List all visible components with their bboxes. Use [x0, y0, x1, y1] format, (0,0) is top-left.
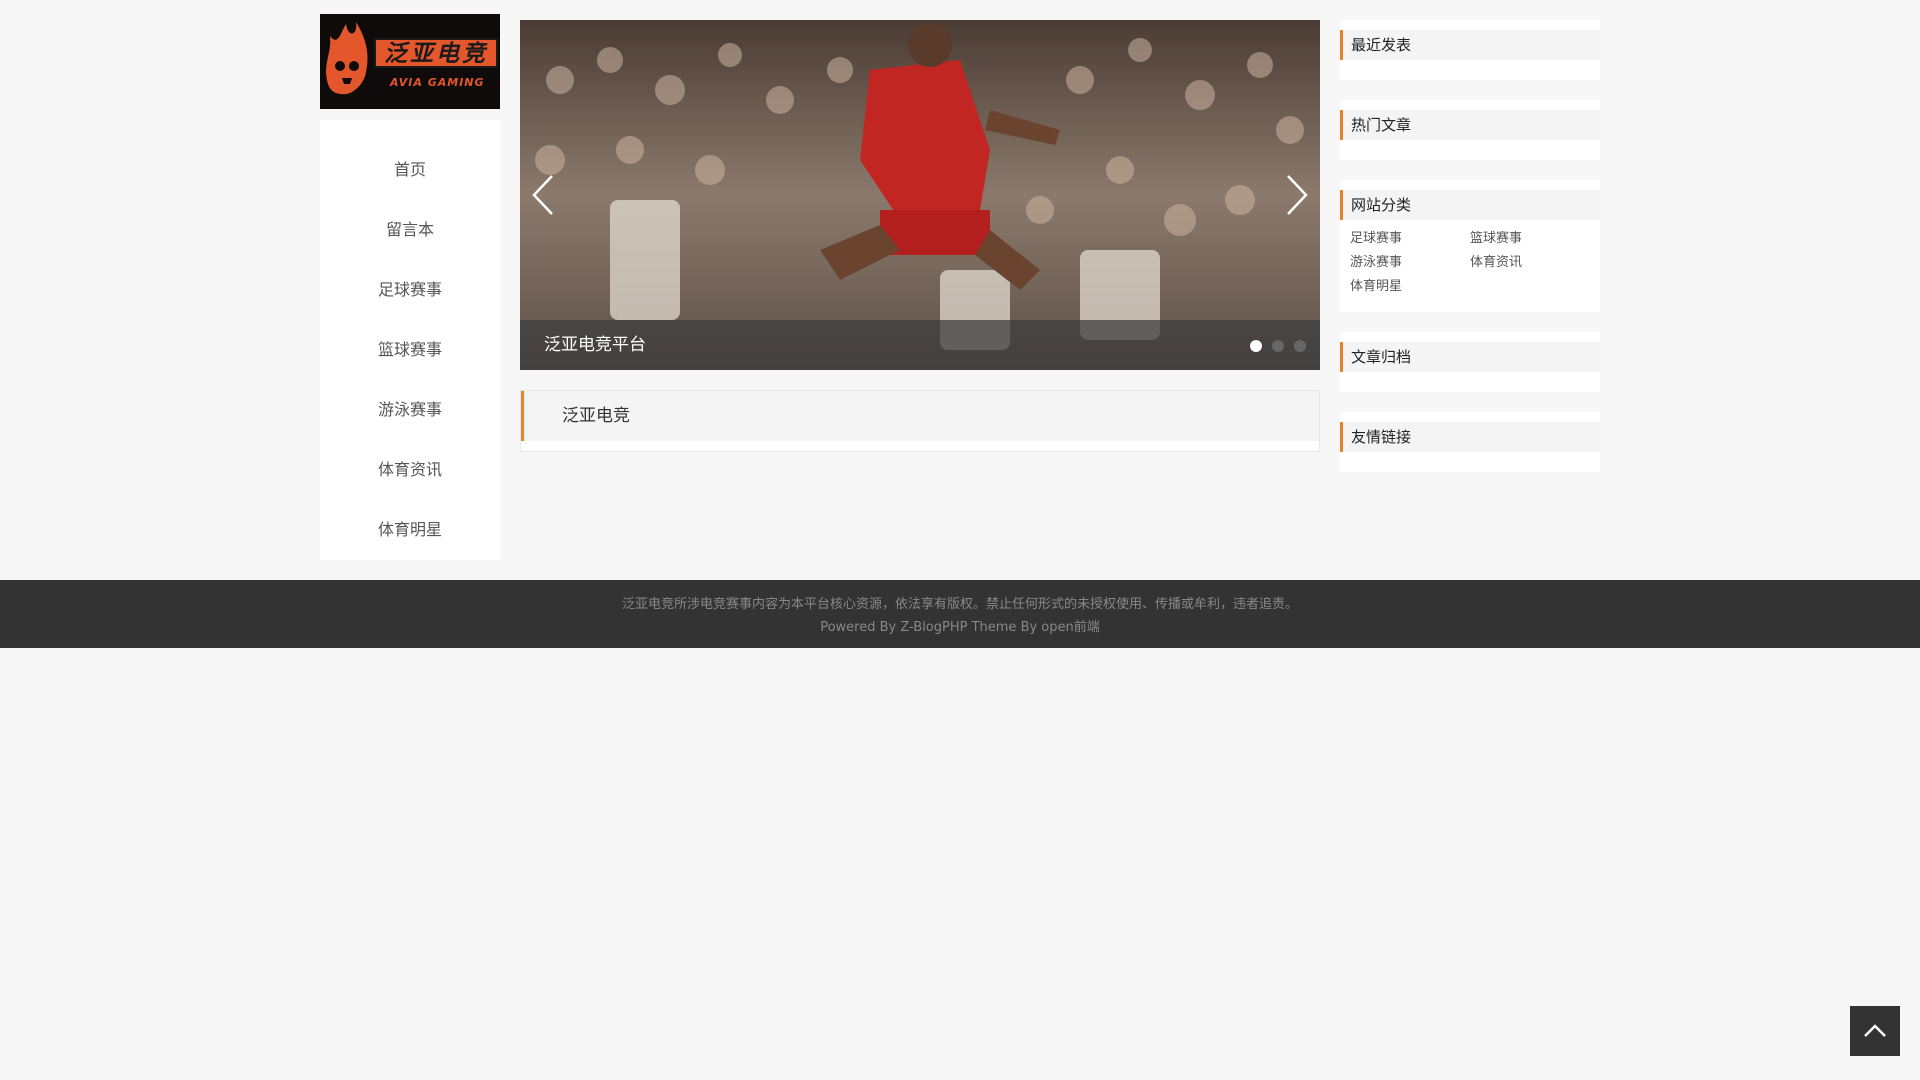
slider-caption: 泛亚电竞平台 — [544, 335, 646, 355]
widget-title: 网站分类 — [1340, 190, 1600, 220]
slider-prev-button[interactable] — [528, 170, 558, 220]
widget-title: 热门文章 — [1340, 110, 1600, 140]
nav-item-sports-stars[interactable]: 体育明星 — [320, 500, 500, 560]
slide-image — [520, 20, 1320, 370]
site-logo[interactable]: 泛亚电竞 AVIA GAMING — [320, 14, 500, 109]
back-to-top-button[interactable] — [1850, 1006, 1900, 1056]
widget-friend-links: 友情链接 — [1340, 412, 1600, 472]
category-link[interactable]: 篮球赛事 — [1470, 230, 1590, 248]
slider-dot-2[interactable] — [1272, 340, 1284, 352]
category-link[interactable]: 足球赛事 — [1350, 230, 1470, 248]
main-nav: 首页 留言本 足球赛事 篮球赛事 游泳赛事 体育资讯 体育明星 — [320, 120, 500, 560]
chevron-right-icon — [1287, 175, 1308, 215]
slider-next-button[interactable] — [1282, 170, 1312, 220]
widget-categories: 网站分类 足球赛事 篮球赛事 游泳赛事 体育资讯 体育明星 — [1340, 180, 1600, 312]
post-card: 泛亚电竞 — [520, 390, 1320, 452]
widget-title: 最近发表 — [1340, 30, 1600, 60]
logo-wordmark: 泛亚电竞 — [374, 38, 498, 68]
category-link[interactable]: 体育资讯 — [1470, 254, 1590, 272]
widget-recent-posts: 最近发表 — [1340, 20, 1600, 80]
slider-caption-bar: 泛亚电竞平台 — [520, 320, 1320, 370]
slider-dot-3[interactable] — [1294, 340, 1306, 352]
nav-item-home[interactable]: 首页 — [320, 140, 500, 200]
nav-item-swimming[interactable]: 游泳赛事 — [320, 380, 500, 440]
category-link[interactable]: 体育明星 — [1350, 278, 1470, 296]
nav-item-guestbook[interactable]: 留言本 — [320, 200, 500, 260]
image-slider[interactable]: 泛亚电竞平台 — [520, 20, 1320, 370]
nav-item-basketball[interactable]: 篮球赛事 — [320, 320, 500, 380]
site-footer: 泛亚电竞所涉电竞赛事内容为本平台核心资源，依法享有版权。禁止任何形式的未授权使用… — [0, 580, 1920, 648]
category-link[interactable]: 游泳赛事 — [1350, 254, 1470, 272]
chevron-up-icon — [1864, 1024, 1886, 1037]
slider-dot-1[interactable] — [1250, 340, 1262, 352]
widget-archives: 文章归档 — [1340, 332, 1600, 392]
post-title[interactable]: 泛亚电竞 — [521, 391, 1319, 441]
nav-item-sports-news[interactable]: 体育资讯 — [320, 440, 500, 500]
footer-copyright: 泛亚电竞所涉电竞赛事内容为本平台核心资源，依法享有版权。禁止任何形式的未授权使用… — [621, 597, 1298, 612]
category-list: 足球赛事 篮球赛事 游泳赛事 体育资讯 体育明星 — [1350, 230, 1590, 296]
nav-item-football[interactable]: 足球赛事 — [320, 260, 500, 320]
chevron-left-icon — [532, 175, 553, 215]
widget-hot-articles: 热门文章 — [1340, 100, 1600, 160]
widget-title: 友情链接 — [1340, 422, 1600, 452]
slider-pagination — [1250, 340, 1306, 352]
widget-title: 文章归档 — [1340, 342, 1600, 372]
logo-subtext: AVIA GAMING — [390, 76, 485, 89]
footer-powered-by[interactable]: Powered By Z-BlogPHP Theme By open前端 — [0, 616, 1920, 639]
